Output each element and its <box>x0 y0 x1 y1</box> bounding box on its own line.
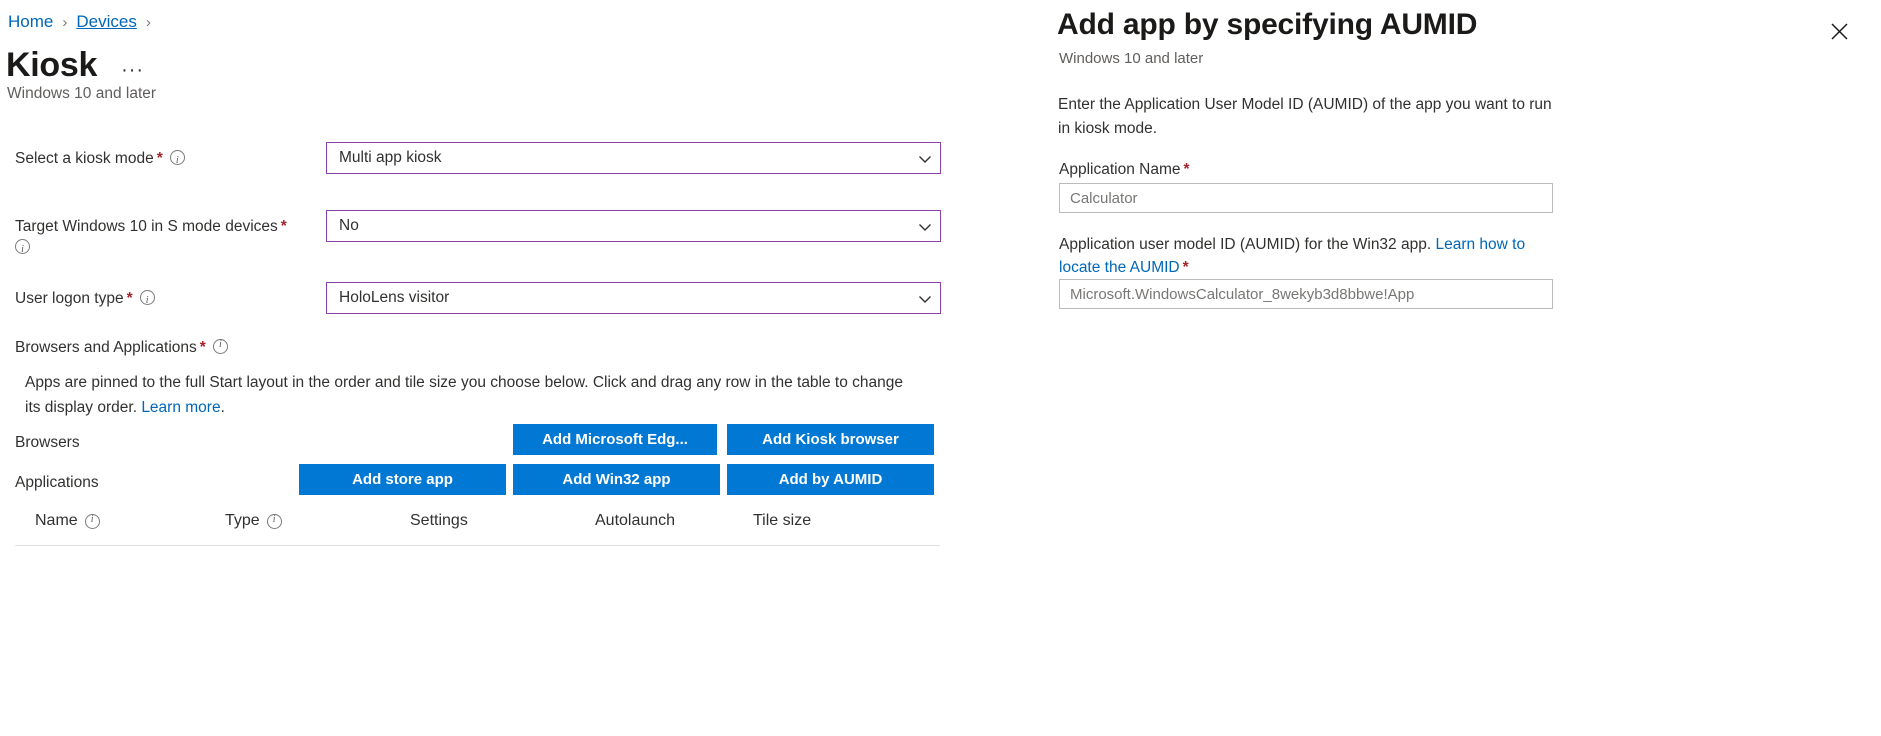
required-asterisk: * <box>127 290 133 307</box>
kiosk-mode-dropdown[interactable]: Multi app kiosk <box>326 142 941 174</box>
browsers-row-label: Browsers <box>15 434 80 452</box>
helper-text: Apps are pinned to the full Start layout… <box>25 370 920 420</box>
column-header-settings[interactable]: Settings <box>410 512 468 530</box>
aumid-label-text: Application user model ID (AUMID) for th… <box>1059 236 1435 253</box>
column-header-autolaunch[interactable]: Autolaunch <box>595 512 675 530</box>
panel-description: Enter the Application User Model ID (AUM… <box>1058 93 1558 141</box>
column-header-tile-size[interactable]: Tile size <box>753 512 811 530</box>
column-header-settings-label: Settings <box>410 512 468 530</box>
info-icon[interactable] <box>15 239 30 254</box>
required-asterisk: * <box>281 218 287 235</box>
breadcrumb-separator-icon: › <box>62 14 67 31</box>
s-mode-dropdown[interactable]: No <box>326 210 941 242</box>
page-title: Kiosk <box>6 46 97 84</box>
column-header-tile-size-label: Tile size <box>753 512 811 530</box>
required-asterisk: * <box>1183 161 1189 178</box>
panel-subtitle: Windows 10 and later <box>1059 50 1203 67</box>
logon-type-label-text: User logon type <box>15 290 124 307</box>
add-win32-app-button[interactable]: Add Win32 app <box>513 464 720 495</box>
s-mode-label-text: Target Windows 10 in S mode devices <box>15 218 278 235</box>
breadcrumb-separator-icon: › <box>146 14 151 31</box>
kiosk-mode-label: Select a kiosk mode* <box>15 148 185 169</box>
column-header-name[interactable]: Name <box>35 512 100 530</box>
logon-type-dropdown[interactable]: HoloLens visitor <box>326 282 941 314</box>
kiosk-mode-value: Multi app kiosk <box>339 149 916 167</box>
breadcrumb-item-home[interactable]: Home <box>8 12 53 32</box>
required-asterisk: * <box>200 339 206 356</box>
page-subtitle: Windows 10 and later <box>7 85 156 103</box>
s-mode-value: No <box>339 217 916 235</box>
required-asterisk: * <box>157 150 163 167</box>
column-header-type-label: Type <box>225 512 260 530</box>
application-name-input[interactable]: Calculator <box>1059 183 1553 213</box>
application-name-value: Calculator <box>1070 190 1138 207</box>
learn-more-link[interactable]: Learn more <box>141 399 220 416</box>
required-asterisk: * <box>1183 259 1189 276</box>
main-blade: Home › Devices › Kiosk ··· Windows 10 an… <box>0 0 1030 736</box>
info-icon[interactable] <box>213 339 228 354</box>
more-options-icon[interactable]: ··· <box>121 63 144 77</box>
chevron-down-icon <box>916 150 932 166</box>
chevron-down-icon <box>916 290 932 306</box>
application-name-label-text: Application Name <box>1059 161 1180 178</box>
page-title-row: Kiosk ··· <box>6 46 144 84</box>
column-header-type[interactable]: Type <box>225 512 282 530</box>
add-kiosk-browser-button[interactable]: Add Kiosk browser <box>727 424 934 455</box>
add-store-app-button[interactable]: Add store app <box>299 464 506 495</box>
s-mode-label: Target Windows 10 in S mode devices* <box>15 216 287 258</box>
info-icon[interactable] <box>85 514 100 529</box>
applications-row-label: Applications <box>15 474 99 492</box>
add-app-aumid-panel: Add app by specifying AUMID Windows 10 a… <box>1031 0 1881 736</box>
breadcrumb: Home › Devices › <box>8 12 160 32</box>
kiosk-mode-label-text: Select a kiosk mode <box>15 150 154 167</box>
breadcrumb-item-devices[interactable]: Devices <box>76 12 136 32</box>
info-icon[interactable] <box>170 150 185 165</box>
browsers-and-applications-label: Browsers and Applications* <box>15 339 228 357</box>
column-header-name-label: Name <box>35 512 78 530</box>
aumid-label: Application user model ID (AUMID) for th… <box>1059 233 1559 279</box>
kiosk-configuration-screen: Home › Devices › Kiosk ··· Windows 10 an… <box>0 0 1881 736</box>
chevron-down-icon <box>916 218 932 234</box>
helper-period: . <box>221 399 225 416</box>
info-icon[interactable] <box>140 290 155 305</box>
logon-type-value: HoloLens visitor <box>339 289 916 307</box>
aumid-input[interactable]: Microsoft.WindowsCalculator_8wekyb3d8bbw… <box>1059 279 1553 309</box>
panel-title: Add app by specifying AUMID <box>1057 8 1477 42</box>
add-by-aumid-button[interactable]: Add by AUMID <box>727 464 934 495</box>
info-icon[interactable] <box>267 514 282 529</box>
apps-table-header: Name Type Settings Autolaunch Tile size <box>15 512 940 546</box>
logon-type-label: User logon type* <box>15 288 155 309</box>
close-icon[interactable] <box>1821 13 1857 49</box>
add-microsoft-edge-button[interactable]: Add Microsoft Edg... <box>513 424 717 455</box>
application-name-label: Application Name* <box>1059 158 1559 181</box>
aumid-value: Microsoft.WindowsCalculator_8wekyb3d8bbw… <box>1070 286 1414 303</box>
browsers-and-applications-text: Browsers and Applications <box>15 339 197 356</box>
column-header-autolaunch-label: Autolaunch <box>595 512 675 530</box>
